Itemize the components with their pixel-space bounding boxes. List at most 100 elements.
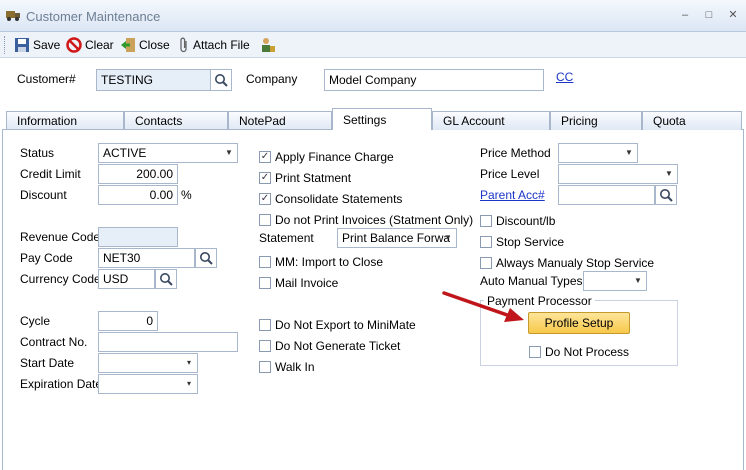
checkbox-box[interactable]	[259, 340, 271, 352]
checkbox-box[interactable]: ✓	[259, 193, 271, 205]
search-icon	[660, 189, 673, 202]
pay-code-search-button[interactable]	[195, 248, 217, 268]
close-button[interactable]: Close	[120, 36, 170, 54]
mm-import-label: MM: Import to Close	[275, 255, 384, 269]
title-bar: Customer Maintenance – □ ✕	[0, 0, 746, 32]
attach-file-button[interactable]: Attach File	[178, 36, 250, 54]
statement-label: Statement	[259, 231, 314, 245]
tab-information[interactable]: Information	[6, 111, 124, 130]
search-icon	[160, 273, 173, 286]
checkbox-box[interactable]: ✓	[259, 151, 271, 163]
do-not-process-checkbox[interactable]: Do Not Process	[529, 345, 629, 359]
currency-search-button[interactable]	[155, 269, 177, 289]
no-print-invoices-checkbox[interactable]: Do not Print Invoices (Statment Only)	[259, 213, 473, 227]
profile-setup-button[interactable]: Profile Setup	[528, 312, 630, 334]
save-button[interactable]: Save	[14, 36, 60, 54]
currency-code-label: Currency Code	[20, 272, 101, 286]
apply-finance-checkbox[interactable]: ✓ Apply Finance Charge	[259, 150, 394, 164]
print-statment-checkbox[interactable]: ✓ Print Statment	[259, 171, 351, 185]
status-value: ACTIVE	[103, 146, 147, 160]
contract-no-label: Contract No.	[20, 335, 88, 349]
statement-select[interactable]: Print Balance Forwa ▼	[337, 228, 457, 248]
status-select[interactable]: ACTIVE ▼	[98, 143, 238, 163]
credit-limit-input[interactable]: 200.00	[98, 164, 178, 184]
maximize-button[interactable]: □	[700, 7, 718, 23]
checkbox-box[interactable]	[259, 256, 271, 268]
cycle-input[interactable]: 0	[98, 311, 158, 331]
stop-service-label: Stop Service	[496, 235, 565, 249]
mm-import-checkbox[interactable]: MM: Import to Close	[259, 255, 383, 269]
currency-code-input[interactable]: USD	[98, 269, 155, 289]
cc-link[interactable]: CC	[556, 70, 573, 84]
checkbox-box[interactable]	[259, 214, 271, 226]
chevron-down-icon: ▼	[625, 148, 633, 157]
apply-finance-label: Apply Finance Charge	[275, 150, 394, 164]
tab-settings[interactable]: Settings	[332, 108, 432, 130]
tab-quota[interactable]: Quota	[642, 111, 742, 130]
always-stop-checkbox[interactable]: Always Manualy Stop Service	[480, 256, 654, 270]
discount-input[interactable]: 0.00	[98, 185, 178, 205]
consolidate-checkbox[interactable]: ✓ Consolidate Statements	[259, 192, 402, 206]
user-icon	[262, 38, 275, 52]
checkbox-box[interactable]	[480, 236, 492, 248]
search-icon	[200, 252, 213, 265]
stop-service-checkbox[interactable]: Stop Service	[480, 235, 564, 249]
price-method-select[interactable]: ▼	[558, 143, 638, 163]
save-label: Save	[33, 38, 61, 52]
expiration-date-picker[interactable]: ▾	[98, 374, 198, 394]
annotation-arrow-icon	[442, 291, 524, 322]
revenue-code-label: Revenue Code	[20, 230, 101, 244]
checkbox-box[interactable]: ✓	[259, 172, 271, 184]
checkbox-box[interactable]	[259, 277, 271, 289]
mail-invoice-label: Mail Invoice	[275, 276, 339, 290]
start-date-label: Start Date	[20, 356, 75, 370]
start-date-picker[interactable]: ▾	[98, 353, 198, 373]
checkbox-box[interactable]	[259, 319, 271, 331]
clear-label: Clear	[85, 38, 114, 52]
status-label: Status	[20, 146, 55, 160]
pay-code-input[interactable]: NET30	[98, 248, 195, 268]
close-window-button[interactable]: ✕	[724, 7, 742, 23]
checkbox-box[interactable]	[480, 215, 492, 227]
tab-notepad[interactable]: NotePad	[228, 111, 332, 130]
chevron-down-icon: ▼	[225, 148, 233, 157]
tab-contacts[interactable]: Contacts	[124, 111, 228, 130]
customer-search-button[interactable]	[210, 69, 232, 91]
no-export-checkbox[interactable]: Do Not Export to MiniMate	[259, 318, 416, 332]
window-title: Customer Maintenance	[26, 9, 161, 24]
company-input[interactable]: Model Company	[324, 69, 544, 91]
walk-in-label: Walk In	[275, 360, 315, 374]
toolbar-grip[interactable]	[4, 36, 6, 54]
discount-lb-checkbox[interactable]: Discount/lb	[480, 214, 555, 228]
discount-label: Discount	[20, 188, 67, 202]
company-label: Company	[246, 72, 298, 86]
contract-no-input[interactable]	[98, 332, 238, 352]
attach-file-label: Attach File	[193, 38, 250, 52]
mail-invoice-checkbox[interactable]: Mail Invoice	[259, 276, 338, 290]
minimize-button[interactable]: –	[676, 7, 694, 23]
checkbox-box[interactable]	[529, 346, 541, 358]
clear-button[interactable]: Clear	[66, 36, 114, 54]
expiration-date-label: Expiration Date	[20, 377, 103, 391]
customer-input[interactable]: TESTING	[96, 69, 211, 91]
tab-gl-account[interactable]: GL Account	[432, 111, 550, 130]
tab-pricing[interactable]: Pricing	[550, 111, 642, 130]
no-ticket-checkbox[interactable]: Do Not Generate Ticket	[259, 339, 400, 353]
checkbox-box[interactable]	[480, 257, 492, 269]
no-export-label: Do Not Export to MiniMate	[275, 318, 416, 332]
statement-value: Print Balance Forwa	[342, 231, 451, 245]
checkbox-box[interactable]	[259, 361, 271, 373]
chevron-down-icon: ▾	[186, 379, 191, 388]
revenue-code-input[interactable]	[98, 227, 178, 247]
auto-manual-select[interactable]: ▼	[583, 271, 647, 291]
price-level-select[interactable]: ▼	[558, 164, 678, 184]
customer-label: Customer#	[17, 72, 76, 86]
discount-lb-label: Discount/lb	[496, 214, 556, 228]
parent-acc-link[interactable]: Parent Acc#	[480, 188, 545, 202]
parent-acc-input[interactable]	[558, 185, 655, 205]
credit-limit-label: Credit Limit	[20, 167, 81, 181]
parent-acc-search-button[interactable]	[655, 185, 677, 205]
user-tool-button[interactable]	[260, 36, 279, 54]
walk-in-checkbox[interactable]: Walk In	[259, 360, 315, 374]
save-icon	[15, 38, 29, 52]
